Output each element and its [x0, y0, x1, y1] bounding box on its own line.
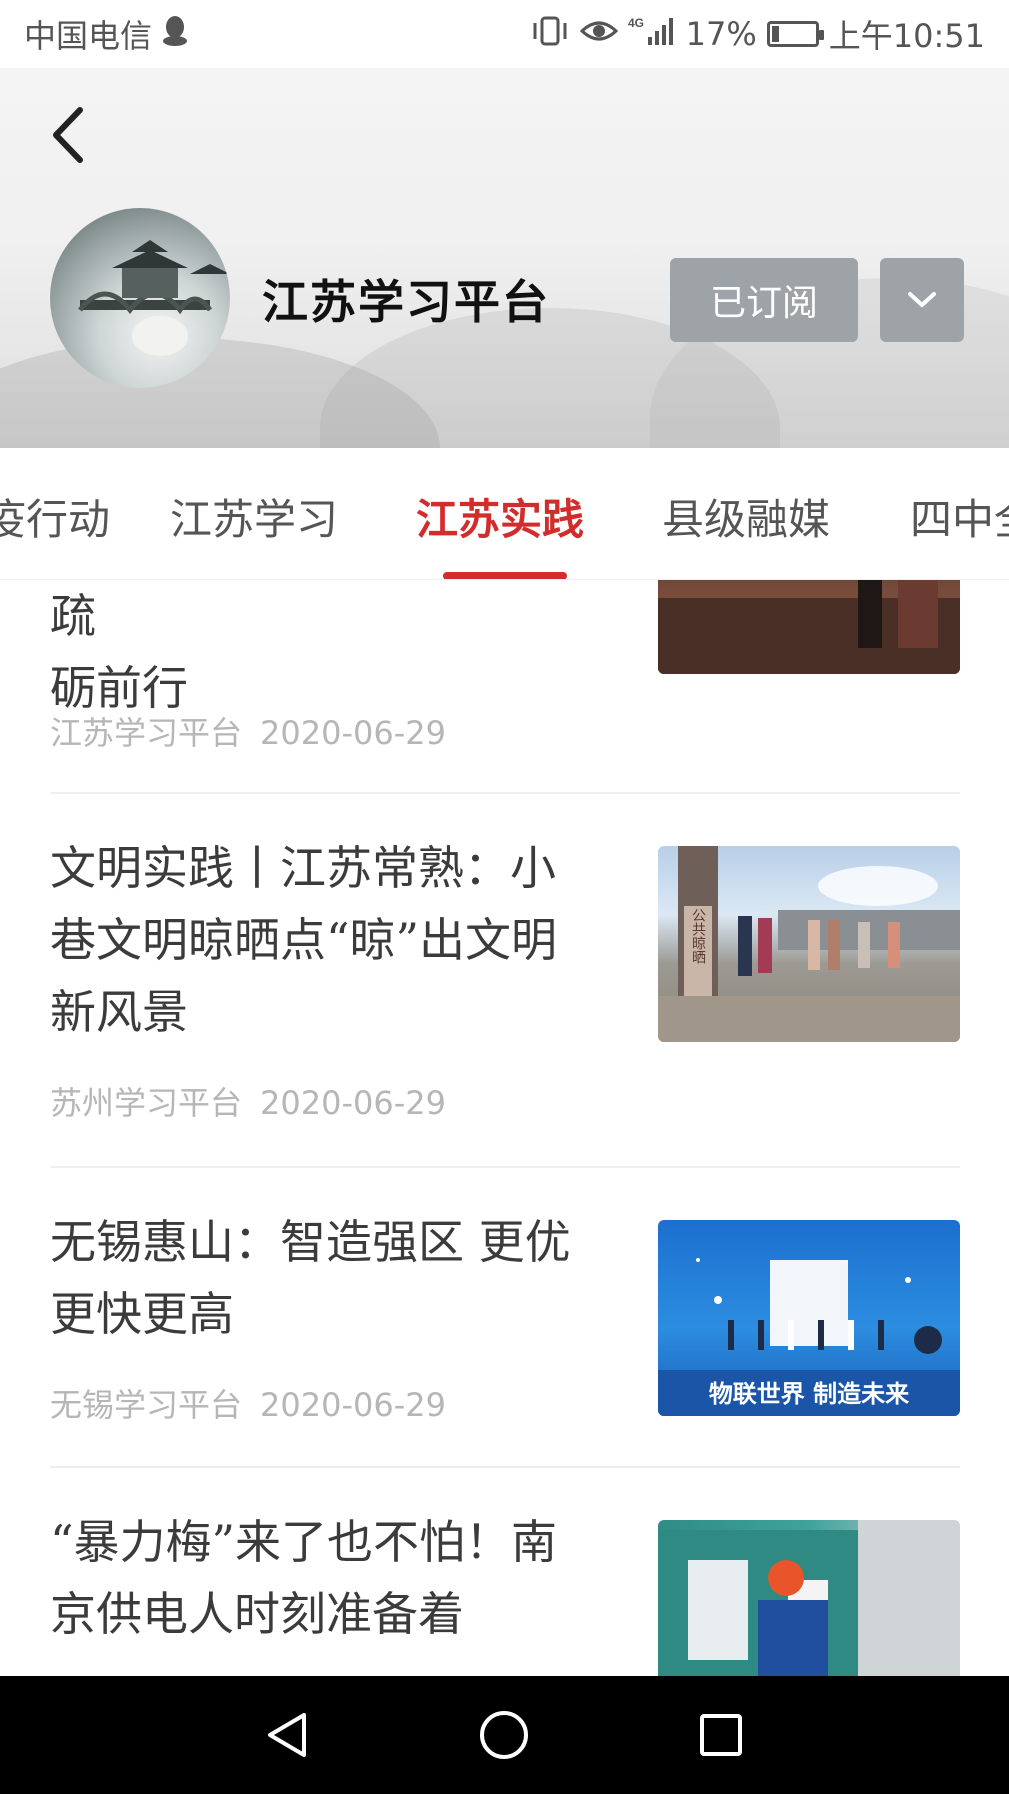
article-thumbnail: 公共晾晒: [658, 846, 960, 1042]
active-tab-indicator: [443, 572, 567, 579]
status-left: 中国电信: [24, 11, 188, 57]
tab-fourth-plenum[interactable]: 四中全: [910, 486, 1009, 547]
divider: [50, 1466, 960, 1468]
eye-icon: [579, 17, 618, 52]
triangle-back-icon: [268, 1713, 307, 1757]
tab-county-media[interactable]: 县级融媒: [662, 486, 830, 547]
tab-jiangsu-study[interactable]: 江苏学习: [170, 486, 338, 547]
battery-icon: [766, 21, 824, 47]
back-arrow-icon: [53, 107, 83, 163]
article-source: 无锡学习平台: [50, 1386, 243, 1424]
article-item[interactable]: 启 · 决 先 派 · 常 着 信 种 疏 砺前行 江苏学习平台 2020-06-…: [50, 580, 960, 752]
article-title: 启 · 决 先 派 · 常 着 信 种 疏 砺前行: [50, 580, 605, 724]
tab-jiangsu-practice[interactable]: 江苏实践: [416, 486, 584, 547]
nav-back-button[interactable]: [248, 1695, 328, 1775]
article-item[interactable]: 文明实践丨江苏常熟：小 巷文明晾晒点“晾”出文明 新风景 苏州学习平台 2020-…: [50, 830, 960, 1160]
carrier-label: 中国电信: [24, 17, 153, 55]
back-button[interactable]: [42, 100, 102, 170]
article-title: “暴力梅”来了也不怕！南 京供电人时刻准备着: [50, 1506, 605, 1650]
channel-name: 江苏学习平台: [262, 275, 550, 329]
article-date: 2020-06-29: [260, 714, 446, 752]
clock: 上午10:51: [828, 17, 985, 55]
status-bar: 中国电信 4G 17% 上午10:51: [0, 0, 1009, 68]
article-title-line: 巷文明晾晒点“晾”出文明: [50, 913, 558, 967]
divider: [50, 792, 960, 794]
subscribed-button[interactable]: 已订阅: [670, 258, 858, 342]
article-meta: 苏州学习平台 2020-06-29: [50, 1078, 446, 1124]
article-title-line: 文明实践丨江苏常熟：小: [50, 841, 556, 895]
network-type: 4G: [628, 16, 644, 30]
article-thumbnail: 物联世界 制造未来: [658, 1220, 960, 1416]
article-item[interactable]: “暴力梅”来了也不怕！南 京供电人时刻准备着: [50, 1504, 960, 1676]
article-meta: 无锡学习平台 2020-06-29: [50, 1380, 446, 1426]
signal-icon: 4G: [628, 15, 676, 54]
drying-sign-text: 公共晾晒: [690, 908, 706, 964]
tech-event-stage-image: 物联世界 制造未来: [658, 1258, 960, 1416]
article-date: 2020-06-29: [260, 1084, 446, 1122]
article-source: 苏州学习平台: [50, 1084, 243, 1122]
status-right: 4G 17% 上午10:51: [530, 11, 985, 57]
circle-home-icon: [480, 1711, 529, 1759]
article-title-line: 更快更高: [50, 1287, 234, 1341]
nav-recents-button[interactable]: [681, 1695, 761, 1775]
penguin-icon: [162, 15, 188, 54]
article-meta: 江苏学习平台 2020-06-29: [50, 708, 446, 754]
article-title-line: 启 · 决 先 派 · 常 着 信 种 疏: [50, 589, 96, 643]
category-tabs: 疫行动 江苏学习 江苏实践 县级融媒 四中全: [0, 448, 1009, 580]
banner-text: 物联世界 制造未来: [709, 1380, 910, 1408]
article-title-line: 无锡惠山：智造强区 更优: [50, 1215, 571, 1269]
chevron-down-icon: [908, 292, 936, 307]
divider: [50, 1166, 960, 1168]
electrician-image: [658, 1520, 960, 1676]
nav-home-button[interactable]: [464, 1695, 544, 1775]
article-date: 2020-06-29: [260, 1386, 446, 1424]
article-title-line: “暴力梅”来了也不怕！南: [50, 1515, 558, 1569]
article-item[interactable]: 无锡惠山：智造强区 更优 更快更高 无锡学习平台 2020-06-29 物联世界 …: [50, 1204, 960, 1454]
battery-percent: 17%: [685, 15, 757, 53]
meeting-room-image: [658, 580, 960, 674]
channel-header: 江苏学习平台 已订阅: [0, 68, 1009, 448]
channel-avatar[interactable]: [50, 208, 230, 388]
article-thumbnail: [658, 1520, 960, 1676]
square-recents-icon: [699, 1714, 742, 1756]
article-title: 文明实践丨江苏常熟：小 巷文明晾晒点“晾”出文明 新风景: [50, 832, 605, 1048]
pavilion-bridge-image: [78, 240, 230, 356]
article-thumbnail: [658, 580, 960, 674]
system-nav-bar: [0, 1676, 1009, 1794]
article-list: 启 · 决 先 派 · 常 着 信 种 疏 砺前行 江苏学习平台 2020-06-…: [0, 580, 1009, 1676]
article-title: 无锡惠山：智造强区 更优 更快更高: [50, 1206, 605, 1350]
article-title-line: 新风景: [50, 985, 188, 1039]
clothes-drying-image: 公共晾晒: [658, 846, 960, 1042]
more-dropdown-button[interactable]: [880, 258, 964, 342]
vibrate-icon: [530, 15, 570, 54]
article-source: 江苏学习平台: [50, 714, 243, 752]
article-title-line: 京供电人时刻准备着: [50, 1587, 464, 1641]
tab-epidemic-action[interactable]: 疫行动: [0, 486, 110, 547]
